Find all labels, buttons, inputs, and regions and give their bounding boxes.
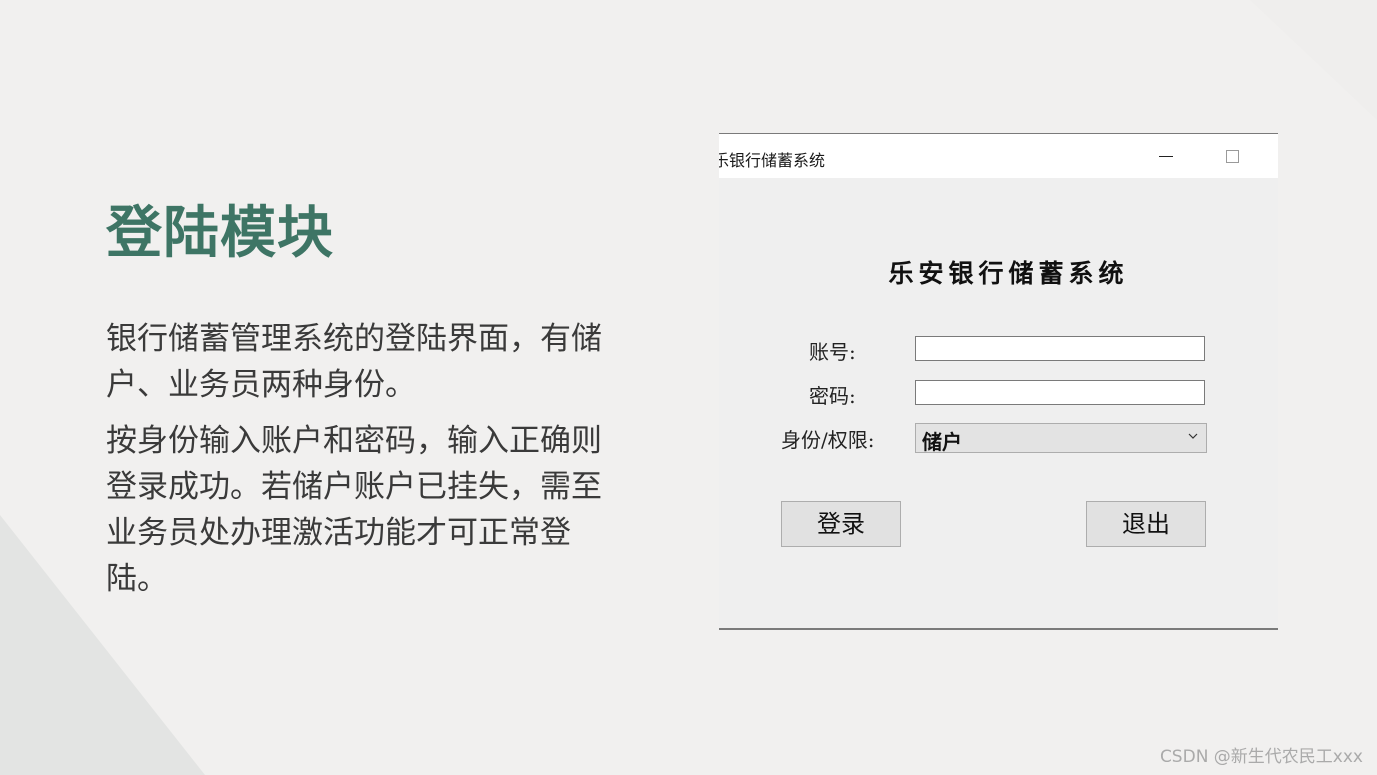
slide-paragraph-1: 银行储蓄管理系统的登陆界面，有储户、业务员两种身份。 [106, 321, 602, 403]
password-input[interactable] [915, 380, 1205, 405]
form-heading: 乐安银行储蓄系统 [888, 259, 1129, 288]
account-input[interactable] [915, 336, 1205, 361]
login-window: 乐银行储蓄系统 乐安银行储蓄系统 账号: 密码: 身份/权限: 储户 登录 退出 [719, 133, 1278, 630]
role-select-value: 储户 [922, 430, 962, 454]
slide-body: 银行储蓄管理系统的登陆界面，有储户、业务员两种身份。 按身份输入账户和密码，输入… [106, 316, 626, 612]
maximize-icon[interactable] [1219, 144, 1245, 168]
window-title: 乐银行储蓄系统 [719, 151, 826, 170]
slide-title: 登陆模块 [106, 201, 334, 266]
minimize-icon[interactable] [1153, 144, 1179, 168]
slide-paragraph-2: 按身份输入账户和密码，输入正确则登录成功。若储户账户已挂失，需至业务员处办理激活… [106, 423, 602, 597]
window-titlebar[interactable]: 乐银行储蓄系统 [719, 134, 1278, 178]
exit-button[interactable]: 退出 [1086, 501, 1206, 547]
password-label: 密码: [809, 384, 856, 408]
role-select[interactable]: 储户 [915, 423, 1207, 454]
role-label: 身份/权限: [781, 428, 875, 452]
watermark: CSDN @新生代农民工xxx [1159, 747, 1363, 767]
chevron-down-icon [1188, 433, 1198, 439]
account-label: 账号: [809, 340, 856, 364]
login-button[interactable]: 登录 [781, 501, 901, 547]
